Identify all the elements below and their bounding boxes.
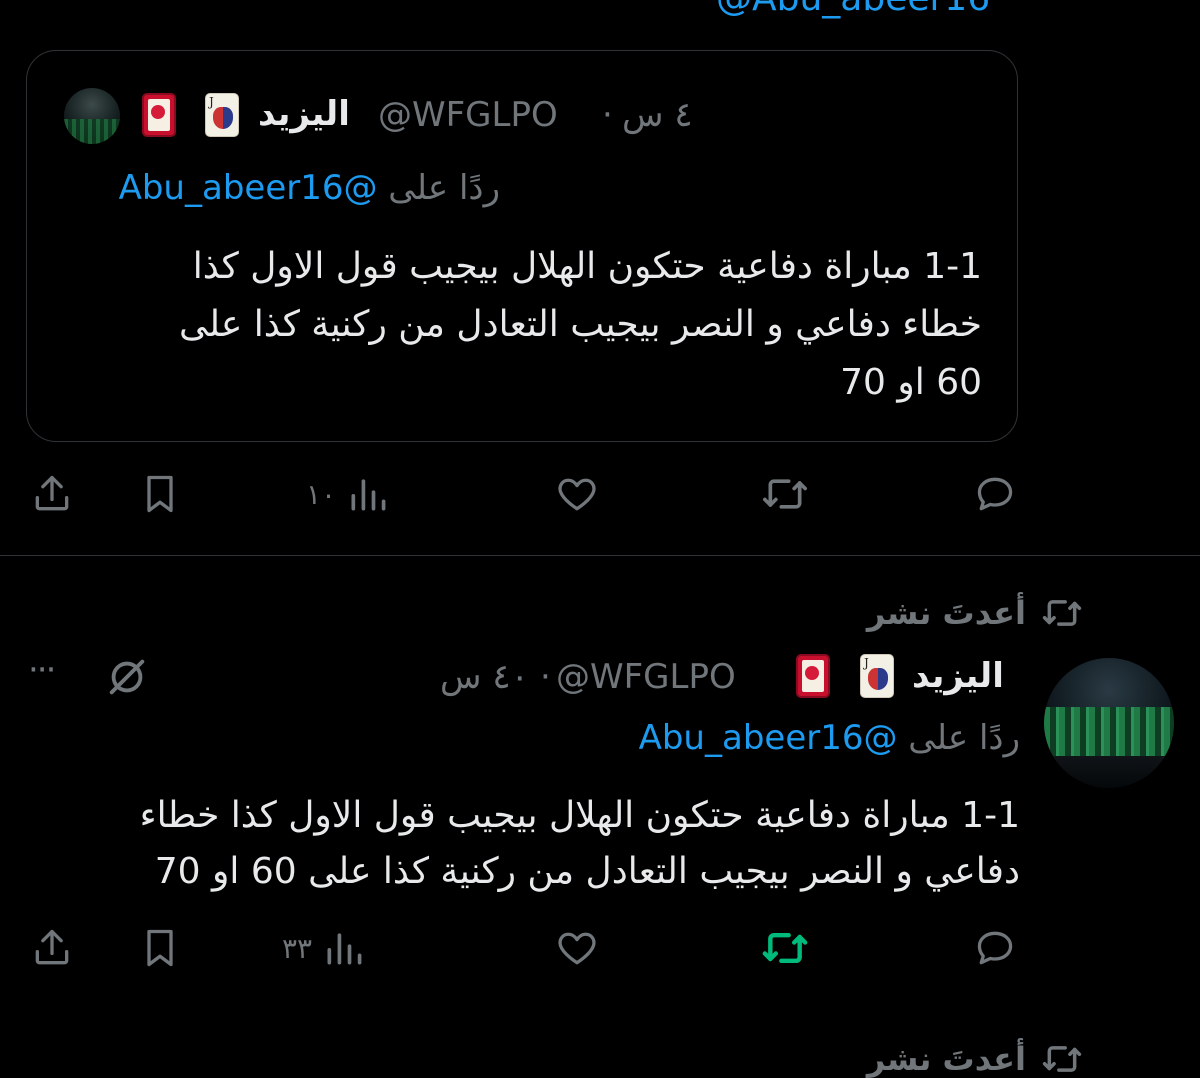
tweet-text-line: 60 او 70 (840, 362, 982, 403)
more-button[interactable]: ··· (28, 650, 56, 690)
retweet-context-icon (1040, 594, 1084, 632)
tweet-time[interactable]: ٤٠ س (440, 657, 540, 697)
like-button[interactable] (554, 926, 600, 970)
tweet-time[interactable]: ٤ س (622, 95, 704, 135)
retweet-context-label: أعدتَ نشر (866, 1040, 1026, 1078)
joker-card-emoji: J (205, 93, 239, 137)
tweet-text-line: دفاعي و النصر بيجيب التعادل من ركنية كذا… (154, 851, 1020, 892)
tweet-text-line: 1-1 مباراة دفاعية حتكون الهلال بيجيب قول… (192, 246, 982, 287)
display-name[interactable]: اليزيد (258, 94, 350, 134)
views-button[interactable]: ١٠ (306, 472, 390, 516)
retweet-button[interactable] (760, 472, 810, 516)
like-button[interactable] (554, 472, 600, 516)
reply-to-handle[interactable]: @Abu_abeer16 (639, 718, 898, 758)
views-count: ٣٣ (282, 931, 313, 965)
views-count: ١٠ (306, 477, 337, 511)
retweet-context-next[interactable]: أعدتَ نشر (860, 1040, 1084, 1078)
retweet-context-label: أعدتَ نشر (866, 594, 1026, 632)
views-icon (322, 926, 366, 970)
bookmark-button[interactable] (138, 926, 182, 970)
bookmark-icon (138, 926, 182, 970)
reply-prefix: ردًا على (388, 168, 500, 208)
user-handle[interactable]: @WFGLPO (556, 657, 736, 697)
user-handle[interactable]: @WFGLPO (378, 95, 558, 135)
reply-icon (972, 472, 1018, 516)
avatar[interactable] (64, 88, 120, 144)
reply-prefix: ردًا على (908, 718, 1020, 758)
reply-to-handle[interactable]: @Abu_abeer16 (119, 168, 378, 208)
tweet-text: 1-1 مباراة دفاعية حتكون الهلال بيجيب قول… (60, 238, 982, 412)
share-icon (30, 926, 74, 970)
reply-button[interactable] (972, 472, 1018, 516)
views-icon (346, 472, 390, 516)
separator: · (602, 95, 613, 135)
share-button[interactable] (30, 472, 74, 516)
like-icon (554, 472, 600, 516)
divider (0, 555, 1200, 556)
display-name[interactable]: اليزيد (912, 656, 1004, 696)
reply-to-handle-top[interactable]: @Abu_abeer16 (716, 0, 990, 19)
retweet-icon (760, 926, 810, 970)
grok-icon[interactable] (104, 654, 150, 700)
retweet-context[interactable]: أعدتَ نشر (760, 594, 1084, 632)
like-icon (554, 926, 600, 970)
bookmark-button[interactable] (138, 472, 182, 516)
share-icon (30, 472, 74, 516)
tweet-text: 1-1 مباراة دفاعية حتكون الهلال بيجيب قول… (20, 788, 1020, 900)
joker-card-emoji: J (860, 654, 894, 698)
reply-icon (972, 926, 1018, 970)
share-button[interactable] (30, 926, 74, 970)
bookmark-icon (138, 472, 182, 516)
tweet-text-line: 1-1 مباراة دفاعية حتكون الهلال بيجيب قول… (139, 795, 1020, 836)
reply-to-line: ردًا على @Abu_abeer16 (76, 168, 500, 208)
retweet-icon (760, 472, 810, 516)
avatar[interactable] (1044, 658, 1174, 788)
hanafuda-emoji (142, 93, 176, 137)
hanafuda-emoji (796, 654, 830, 698)
reply-to-line: ردًا على @Abu_abeer16 (594, 718, 1020, 758)
retweet-button-active[interactable] (760, 926, 810, 970)
views-button[interactable]: ٣٣ (282, 926, 366, 970)
separator: · (540, 657, 551, 697)
reply-button[interactable] (972, 926, 1018, 970)
tweet-text-line: خطاء دفاعي و النصر بيجيب التعادل من ركني… (178, 304, 982, 345)
retweet-context-icon (1040, 1040, 1084, 1078)
